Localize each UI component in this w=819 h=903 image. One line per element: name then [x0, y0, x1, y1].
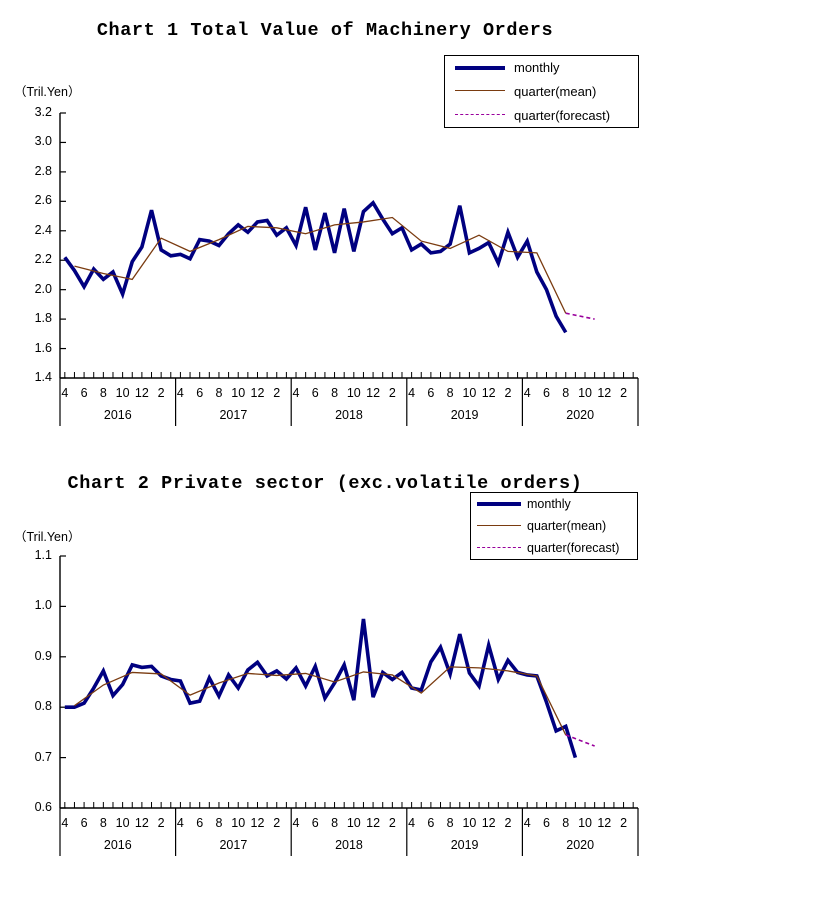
monthly-line-swatch-icon — [477, 498, 521, 510]
legend-row-monthly: monthly — [445, 56, 638, 80]
monthly-line-swatch-icon — [455, 62, 505, 74]
legend-row-quarter-mean: quarter(mean) — [471, 515, 637, 537]
y-tick-label: 2.0 — [34, 281, 52, 296]
legend-label-monthly: monthly — [527, 496, 571, 511]
x-axis-year-label: 2018 — [335, 408, 363, 422]
chart-1-block: Chart 1 Total Value of Machinery Orders … — [0, 0, 700, 452]
x-axis-year-label: 2017 — [219, 408, 248, 422]
quarter-forecast-line-swatch-icon — [477, 542, 521, 554]
legend-label-monthly: monthly — [514, 60, 560, 76]
x-tick-label: 2 — [620, 386, 628, 400]
legend-row-quarter-forecast: quarter(forecast) — [471, 537, 637, 559]
x-axis-year-label: 2020 — [566, 838, 595, 852]
y-tick-label: 1.6 — [34, 340, 52, 355]
y-tick-label: 2.4 — [34, 222, 52, 237]
x-axis-year-label: 2019 — [450, 838, 479, 852]
quarter-mean-line-swatch-icon — [455, 85, 505, 97]
legend-row-quarter-forecast: quarter(forecast) — [445, 103, 638, 127]
y-tick-label: 0.9 — [34, 648, 52, 663]
y-tick-label: 3.2 — [34, 105, 52, 119]
chart-2-block: Chart 2 Private sector (exc.volatile ord… — [0, 452, 700, 903]
y-tick-label: 1.4 — [34, 370, 52, 384]
chart-2-legend: monthly quarter(mean) quarter(forecast) — [470, 492, 638, 560]
x-axis-year-label: 2018 — [335, 838, 363, 852]
x-axis-year-label: 2016 — [103, 408, 132, 422]
chart-1-legend: monthly quarter(mean) quarter(forecast) — [444, 55, 639, 128]
x-axis-year-label: 2020 — [566, 408, 595, 422]
x-axis-year-label: 2016 — [103, 838, 132, 852]
y-tick-label: 2.2 — [34, 252, 52, 267]
legend-label-quarter-forecast: quarter(forecast) — [514, 107, 611, 123]
y-tick-label: 0.6 — [34, 800, 52, 814]
x-axis-year-label: 2019 — [450, 408, 479, 422]
x-axis-year-label: 2017 — [219, 838, 248, 852]
page-root: Chart 1 Total Value of Machinery Orders … — [0, 0, 819, 903]
legend-label-quarter-mean: quarter(mean) — [527, 518, 607, 533]
legend-label-quarter-mean: quarter(mean) — [514, 83, 597, 99]
y-tick-label: 1.8 — [34, 311, 52, 326]
quarter-mean-line-swatch-icon — [477, 520, 521, 532]
y-tick-label: 2.6 — [34, 193, 52, 208]
y-tick-label: 2.8 — [34, 163, 52, 178]
legend-label-quarter-forecast: quarter(forecast) — [527, 540, 620, 555]
quarter-forecast-line-swatch-icon — [455, 109, 505, 121]
y-tick-label: 0.7 — [34, 749, 52, 764]
x-tick-label: 2 — [620, 816, 628, 830]
legend-row-quarter-mean: quarter(mean) — [445, 80, 638, 104]
y-tick-label: 1.0 — [34, 598, 52, 613]
legend-row-monthly: monthly — [471, 493, 637, 515]
y-tick-label: 0.8 — [34, 699, 52, 714]
y-tick-label: 1.1 — [34, 548, 52, 562]
y-tick-label: 3.0 — [34, 134, 52, 149]
